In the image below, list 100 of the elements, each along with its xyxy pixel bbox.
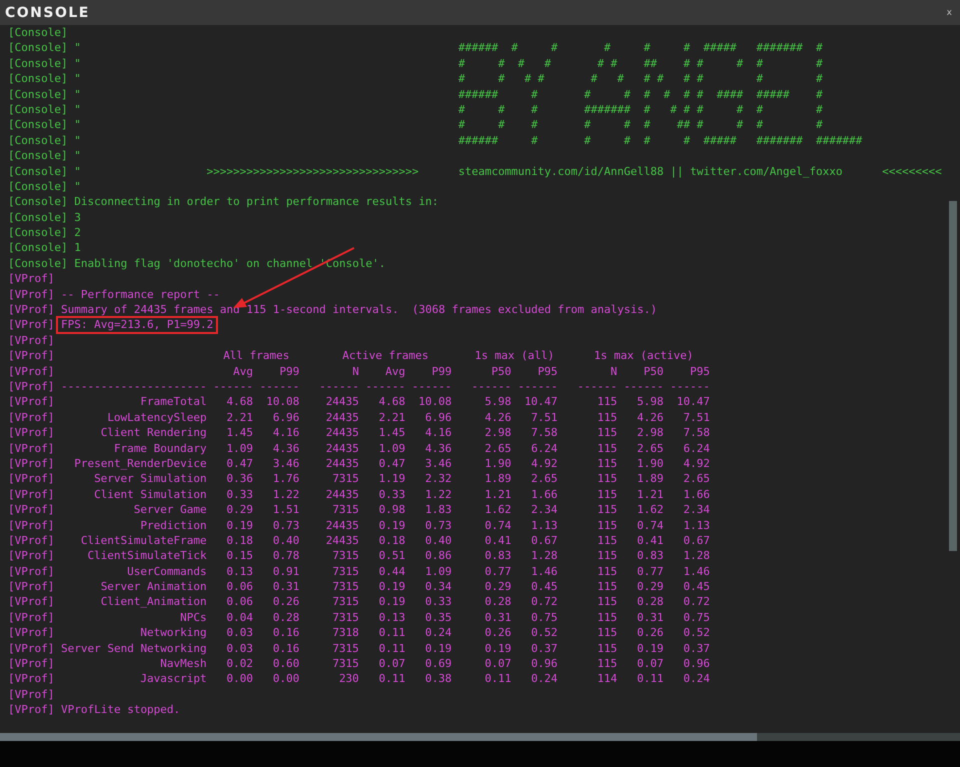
log-text: " ###### # # # # # # # #### ##### # (74, 86, 823, 102)
table-cell-text: 4.36 (424, 440, 452, 456)
table-cell-text: 114 (596, 671, 618, 687)
table-cell-text: 7318 (331, 625, 359, 641)
log-text: " (74, 178, 81, 194)
table-cell-text: 115 (596, 625, 618, 641)
table-cell-text: 2.65 (530, 471, 558, 487)
row-label: Client Rendering (100, 425, 207, 441)
dash-rule: ------ (577, 378, 618, 394)
table-cell-text: 1.13 (530, 518, 558, 533)
table-cell-text: 0.33 (424, 594, 452, 610)
table-cell-text: 0.19 (636, 640, 664, 656)
table-cell-text: 0.13 (378, 610, 406, 626)
dash-rule: ---------------------- (60, 378, 207, 394)
table-cell-text: 24435 (324, 456, 359, 472)
table-cell-text: 7315 (331, 594, 359, 610)
table-cell-text: 0.77 (636, 564, 664, 580)
table-cell-text: 1.62 (484, 502, 512, 518)
channel-tag: [Console] (8, 178, 68, 194)
table-cell-text: 1.09 (424, 564, 452, 580)
close-button[interactable]: x (944, 8, 954, 18)
log-text: -- Performance report -- (60, 286, 220, 302)
channel-tag: [VProf] (8, 532, 54, 548)
table-cell-text: 0.45 (682, 579, 710, 594)
table-cell-text: 2.65 (682, 471, 710, 487)
table-cell-text: 0.24 (424, 625, 452, 641)
table-cell-text: 115 (596, 410, 618, 426)
column-header: P50 (490, 364, 512, 379)
table-cell-text: 0.67 (530, 532, 558, 548)
table-cell-text: 1.46 (682, 564, 710, 580)
table-cell-text: 10.08 (265, 394, 300, 410)
row-label: Client Simulation (93, 486, 207, 502)
column-header: N (351, 364, 359, 379)
table-cell-text: 0.44 (378, 564, 406, 580)
channel-tag: [Console] (8, 194, 68, 210)
column-group-header: Active frames (341, 348, 430, 364)
table-cell-text: 0.15 (226, 548, 253, 564)
table-cell-text: 0.19 (484, 640, 512, 656)
table-cell-text: 0.74 (484, 518, 512, 533)
table-cell-text: 10.47 (676, 394, 710, 410)
table-cell-text: 0.19 (424, 640, 452, 656)
table-cell-text: 6.24 (530, 440, 558, 456)
table-cell-text: 0.74 (636, 518, 664, 533)
table-cell-text: 0.51 (378, 548, 406, 564)
table-cell-text: 0.75 (530, 610, 558, 626)
table-cell-text: 0.72 (682, 594, 710, 610)
table-cell-text: 0.26 (484, 625, 512, 641)
table-cell-text: 7315 (331, 579, 359, 594)
channel-tag: [Console] (8, 132, 68, 148)
table-cell-text: 2.98 (484, 425, 512, 441)
table-cell-text: 4.92 (530, 456, 558, 472)
table-cell-text: 3.46 (272, 456, 300, 472)
table-cell-text: 0.77 (484, 564, 512, 580)
channel-tag: [VProf] (8, 302, 54, 318)
table-cell-text: 0.31 (636, 610, 664, 626)
row-label: Frame Boundary (112, 440, 207, 456)
table-cell-text: 0.26 (272, 594, 300, 610)
channel-tag: [Console] (8, 164, 68, 179)
row-label: FrameTotal (139, 394, 207, 410)
table-cell-text: 24435 (324, 518, 359, 533)
channel-tag: [VProf] (8, 625, 54, 641)
row-label: ClientSimulateTick (86, 548, 207, 564)
log-text: VProfLite stopped. (60, 702, 180, 718)
table-cell-text: 10.08 (418, 394, 452, 410)
scrollbar-thumb[interactable] (949, 201, 957, 551)
row-label: Networking (139, 625, 207, 641)
table-cell-text: 0.28 (636, 594, 664, 610)
table-cell-text: 0.69 (424, 656, 452, 672)
log-text: Enabling flag 'donotecho' on channel 'Console'. (74, 256, 386, 272)
table-cell-text: 0.06 (226, 594, 253, 610)
table-cell-text: 1.19 (378, 471, 406, 487)
table-cell-text: 0.16 (272, 640, 300, 656)
channel-tag: [VProf] (8, 394, 54, 410)
row-label: Javascript (139, 671, 207, 687)
dash-rule: ------ (412, 378, 452, 394)
scrollbar-thumb[interactable] (0, 733, 757, 741)
table-cell-text: 115 (596, 579, 618, 594)
log-text: 2 (74, 225, 81, 240)
table-cell-text: 115 (596, 564, 618, 580)
table-cell-text: 1.83 (424, 502, 452, 518)
table-cell-text: 1.66 (530, 486, 558, 502)
table-cell-text: 0.37 (530, 640, 558, 656)
log-text: Disconnecting in order to print performance results in: (74, 194, 438, 210)
log-text: " ###### # # # # # ##### ####### # (74, 40, 823, 56)
table-cell-text: 0.72 (530, 594, 558, 610)
row-label: Prediction (139, 518, 207, 533)
table-cell-text: 0.41 (484, 532, 512, 548)
table-cell-text: 7315 (331, 564, 359, 580)
channel-tag: [VProf] (8, 317, 54, 333)
table-cell-text: 5.98 (636, 394, 664, 410)
channel-tag: [Console] (8, 210, 68, 226)
table-cell-text: 0.29 (636, 579, 664, 594)
table-cell-text: 0.37 (682, 640, 710, 656)
table-cell-text: 4.26 (484, 410, 512, 426)
channel-tag: [VProf] (8, 286, 54, 302)
table-cell-text: 0.31 (484, 610, 512, 626)
table-cell-text: 24435 (324, 532, 359, 548)
table-cell-text: 0.28 (272, 610, 300, 626)
column-header: P95 (536, 364, 558, 379)
table-cell-text: 4.68 (226, 394, 253, 410)
